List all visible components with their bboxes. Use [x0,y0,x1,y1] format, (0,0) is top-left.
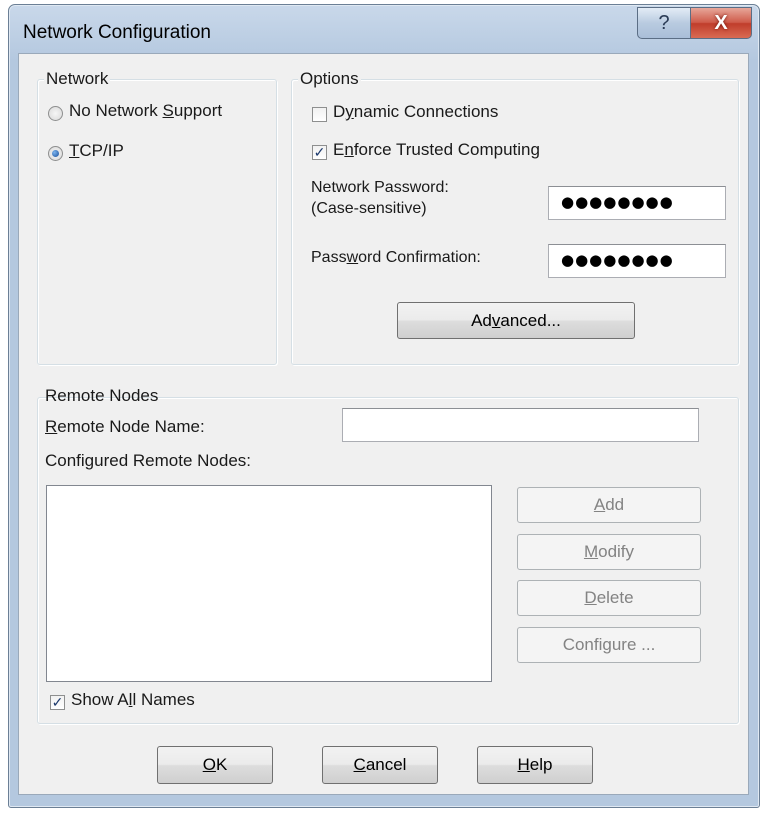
dynamic-connections-checkbox[interactable] [312,107,327,122]
dialog-client-area: Network No Network Support TCP/IP Option… [18,53,749,795]
advanced-button[interactable]: Ad v anced... [397,302,635,339]
cancel-button[interactable]: Cancel [322,746,438,784]
tcp-ip-label[interactable]: TCP/IP [69,141,124,161]
remote-nodes-group-label: Remote Nodes [45,386,159,405]
close-icon[interactable]: X [690,7,752,39]
modify-button[interactable]: Modify [517,534,701,570]
add-button[interactable]: Add [517,487,701,523]
dynamic-connections-label[interactable]: Dynamic Connections [333,102,498,122]
window-title: Network Configuration [23,22,211,43]
network-configuration-dialog: Network Configuration ? X Network No Net… [8,4,760,808]
network-group: Network [37,69,277,365]
tcp-ip-radio[interactable] [48,146,63,161]
help-icon[interactable]: ? [637,7,691,39]
no-network-support-label[interactable]: No Network Support [69,101,222,121]
no-network-support-radio[interactable] [48,106,63,121]
configured-remote-nodes-list[interactable] [46,485,492,682]
options-group-label: Options [298,69,361,89]
password-confirmation-label: Password Confirmation: [311,249,481,266]
enforce-trusted-computing-checkbox[interactable]: ✓ [312,145,327,160]
password-confirmation-field[interactable]: ●●●●●●●● [548,244,726,278]
enforce-trusted-computing-label[interactable]: Enforce Trusted Computing [333,140,540,160]
network-password-field[interactable]: ●●●●●●●● [548,186,726,220]
ok-button[interactable]: OK [157,746,273,784]
network-password-label: Network Password: [311,179,449,196]
show-all-names-label[interactable]: Show All Names [71,690,195,710]
network-group-label: Network [44,69,111,89]
show-all-names-checkbox[interactable]: ✓ [50,695,65,710]
remote-node-name-input[interactable] [342,408,699,442]
configured-remote-nodes-label: Configured Remote Nodes: [45,451,252,470]
delete-button[interactable]: Delete [517,580,701,616]
remote-node-name-label: Remote Node Name: [45,417,205,436]
configure-button[interactable]: Confi g ure ... [517,627,701,663]
help-button[interactable]: Help [477,746,593,784]
case-sensitive-label: (Case-sensitive) [311,200,427,217]
